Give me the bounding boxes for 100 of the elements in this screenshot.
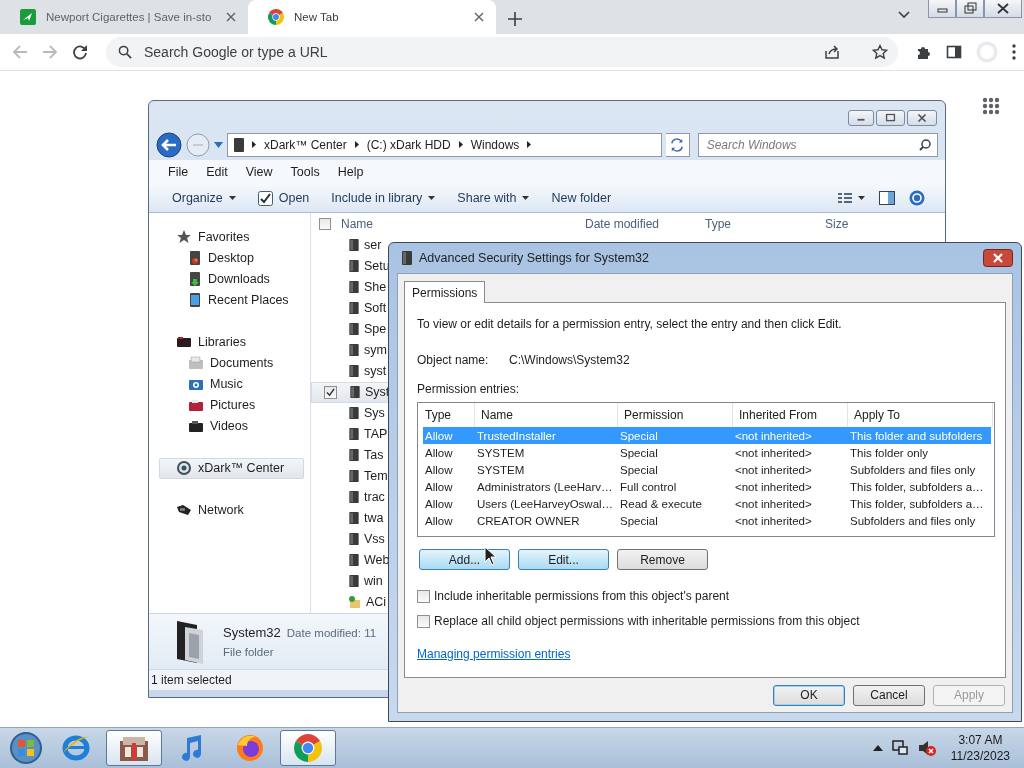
restore-icon[interactable] — [956, 0, 984, 18]
menu-item[interactable]: Edit — [197, 165, 237, 180]
menu-item[interactable]: Help — [328, 165, 373, 180]
toolbar-button[interactable]: Share with — [446, 186, 541, 210]
folder-entry[interactable]: Syst — [311, 381, 391, 403]
breadcrumb-item[interactable]: Windows — [470, 137, 520, 152]
checkbox[interactable] — [417, 589, 430, 603]
folder-entry[interactable]: sym — [311, 339, 388, 361]
permission-row[interactable]: Allow CREATOR OWNER Special <not inherited> Subfolders and files only — [423, 512, 991, 529]
checkbox-icon — [257, 190, 273, 206]
preview-pane-icon[interactable] — [879, 191, 895, 205]
maximize-icon[interactable] — [876, 110, 905, 126]
checkbox[interactable] — [417, 614, 430, 628]
permission-row[interactable]: Allow SYSTEM Special <not inherited> Subfolders and files only — [423, 461, 991, 478]
column-header[interactable]: Size — [825, 216, 945, 231]
folder-entry[interactable]: ser — [311, 234, 383, 256]
column-header[interactable]: Name — [341, 216, 585, 231]
address-field[interactable]: Search Google or type a URL — [142, 43, 814, 61]
star-icon[interactable] — [872, 44, 888, 60]
share-icon[interactable] — [824, 44, 840, 60]
tray-expand-icon[interactable] — [872, 745, 883, 751]
folder-entry[interactable]: win — [311, 570, 384, 592]
breadcrumb-item[interactable]: (C:) xDark HDD — [366, 137, 451, 152]
help-link[interactable]: Managing permission entries — [417, 647, 571, 661]
action-button[interactable]: Edit... — [518, 549, 609, 570]
browser-tab[interactable]: Newport Cigarettes | Save in-sto — [0, 0, 248, 34]
folder-entry[interactable]: syst — [311, 360, 388, 382]
toolbar-button[interactable]: Organize — [161, 186, 247, 210]
nav-item[interactable]: Desktop — [159, 247, 310, 269]
dialog-button[interactable]: Cancel — [853, 684, 925, 706]
permission-row[interactable]: Allow Administrators (LeeHarv… Full control <not inherited> This folder, subfolders a… — [423, 478, 991, 495]
folder-entry[interactable]: trac — [311, 486, 386, 508]
folder-entry[interactable]: Spe — [311, 318, 388, 340]
taskbar-button[interactable] — [280, 730, 336, 766]
menu-icon[interactable] — [1012, 44, 1016, 60]
taskbar-button[interactable] — [106, 730, 162, 766]
folder-entry[interactable]: twa — [311, 507, 385, 529]
close-icon[interactable] — [984, 0, 1022, 18]
toolbar-button[interactable]: Open — [246, 186, 321, 210]
menu-item[interactable]: File — [159, 165, 198, 180]
permission-row[interactable]: Allow Users (LeeHarveyOswal… Read & execute <not inherited> This folder, subfolders a… — [423, 495, 991, 512]
nav-item[interactable]: Network — [159, 499, 310, 521]
folder-entry[interactable]: Soft — [311, 297, 388, 319]
documents-icon — [188, 356, 204, 371]
folder-entry[interactable]: Vss — [311, 528, 386, 550]
folder-entry[interactable]: Sys — [311, 402, 386, 424]
checkbox-label[interactable]: Replace all child object permissions with inheritable permissions from this object — [434, 614, 860, 628]
nav-item[interactable]: xDark™ Center — [159, 457, 304, 479]
nav-item[interactable]: Documents — [159, 352, 310, 374]
nav-item[interactable]: Music — [159, 373, 310, 395]
select-all-checkbox[interactable] — [319, 217, 331, 230]
folder-entry[interactable]: Tem — [311, 465, 389, 487]
nav-item[interactable]: Downloads — [159, 268, 310, 290]
breadcrumb-item[interactable]: xDark™ Center — [264, 137, 347, 152]
folder-entry[interactable]: TAP — [311, 423, 389, 445]
nav-item[interactable]: Recent Places — [159, 289, 310, 311]
close-icon[interactable] — [474, 12, 484, 22]
action-button[interactable]: Remove — [617, 549, 708, 570]
action-button[interactable]: Add... — [419, 549, 510, 570]
folder-entry[interactable]: ACi — [311, 591, 388, 613]
menu-item[interactable]: Tools — [281, 165, 329, 180]
minimize-icon[interactable] — [848, 110, 874, 126]
close-icon[interactable] — [907, 110, 937, 126]
apps-grid-icon[interactable] — [982, 97, 1000, 115]
nav-item[interactable]: Libraries — [159, 331, 310, 353]
close-icon[interactable] — [983, 249, 1013, 267]
chevron-down-icon[interactable] — [898, 11, 910, 19]
side-panel-icon[interactable] — [946, 44, 962, 60]
column-header[interactable]: Type — [705, 216, 825, 231]
minimize-icon[interactable] — [928, 0, 956, 18]
back-icon[interactable] — [156, 131, 182, 158]
network-icon[interactable] — [890, 739, 909, 757]
chrome-icon — [294, 734, 322, 762]
volume-muted-icon[interactable] — [916, 739, 937, 757]
history-dropdown-icon[interactable] — [214, 141, 223, 148]
refresh-button[interactable] — [665, 132, 690, 157]
folder-entry[interactable]: Tas — [311, 444, 385, 466]
column-header[interactable]: Date modified — [585, 216, 705, 231]
browser-tab[interactable]: New Tab — [248, 0, 496, 34]
dialog-tab[interactable]: Permissions — [404, 281, 486, 303]
dialog-button[interactable]: OK — [773, 684, 845, 706]
search-box[interactable]: Search Windows — [697, 132, 938, 157]
toolbar-button[interactable]: Include in library — [320, 186, 447, 210]
extensions-icon[interactable] — [916, 44, 932, 60]
checkbox-label[interactable]: Include inheritable permissions from this object's parent — [434, 589, 730, 603]
address-bar[interactable]: xDark™ Center (C:) xDark HDD Windows — [227, 132, 662, 157]
address-bar[interactable]: Search Google or type a URL — [106, 37, 898, 67]
new-tab-icon[interactable] — [508, 12, 522, 26]
nav-item[interactable]: Pictures — [159, 394, 310, 416]
system-clock[interactable]: 3:07 AM 11/23/2023 — [950, 733, 1010, 763]
checkbox[interactable] — [324, 385, 337, 399]
nav-item[interactable]: Videos — [159, 415, 310, 437]
toolbar-button[interactable]: New folder — [540, 186, 623, 210]
nav-item[interactable]: Favorites — [159, 226, 310, 248]
menu-item[interactable]: View — [236, 165, 282, 180]
permission-row[interactable]: Allow SYSTEM Special <not inherited> This folder only — [423, 444, 991, 461]
view-options-icon[interactable] — [838, 192, 852, 204]
folder-entry[interactable]: She — [311, 276, 388, 298]
help-icon[interactable] — [909, 190, 925, 206]
reload-icon[interactable] — [72, 44, 88, 60]
